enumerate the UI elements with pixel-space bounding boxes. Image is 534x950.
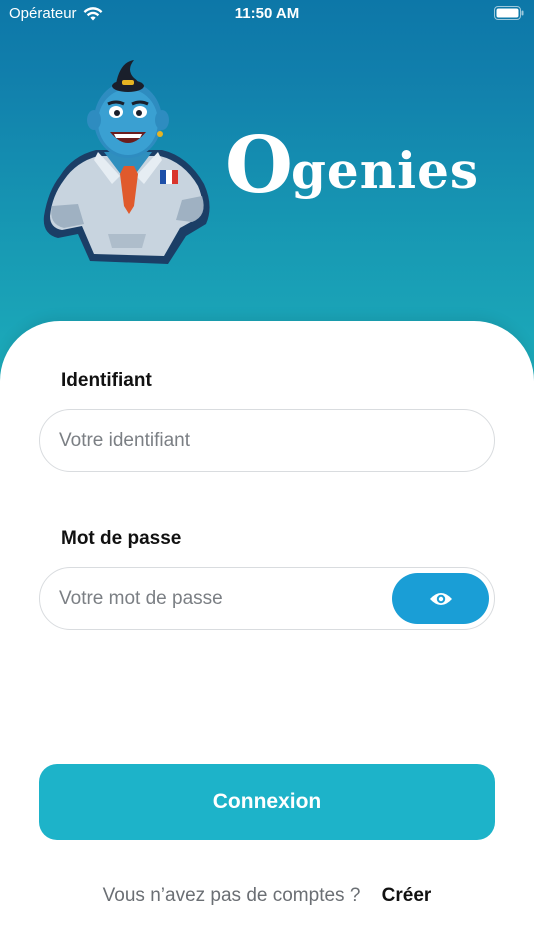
create-account-link[interactable]: Créer xyxy=(382,885,432,906)
identifier-label: Identifiant xyxy=(61,370,152,391)
identifier-input[interactable] xyxy=(59,410,389,471)
identifier-field[interactable] xyxy=(39,409,495,472)
battery-icon xyxy=(494,6,524,20)
eye-icon xyxy=(429,592,452,605)
status-time: 11:50 AM xyxy=(234,5,300,22)
brand-logo-initial: O xyxy=(225,120,293,211)
toggle-password-visibility-button[interactable] xyxy=(392,573,489,624)
password-input[interactable] xyxy=(59,568,389,629)
signup-prompt: Vous n’avez pas de comptes ? xyxy=(102,885,361,906)
signup-row: Vous n’avez pas de comptes ? Créer xyxy=(0,885,534,907)
password-label: Mot de passe xyxy=(61,528,182,549)
login-button[interactable]: Connexion xyxy=(39,764,495,840)
status-bar: Opérateur 11:50 AM xyxy=(0,0,534,28)
brand-logo-name: genies xyxy=(290,141,480,200)
password-field[interactable] xyxy=(39,567,495,630)
genie-mascot-illustration xyxy=(43,60,210,264)
brand-logo: Ogenies xyxy=(225,120,479,211)
